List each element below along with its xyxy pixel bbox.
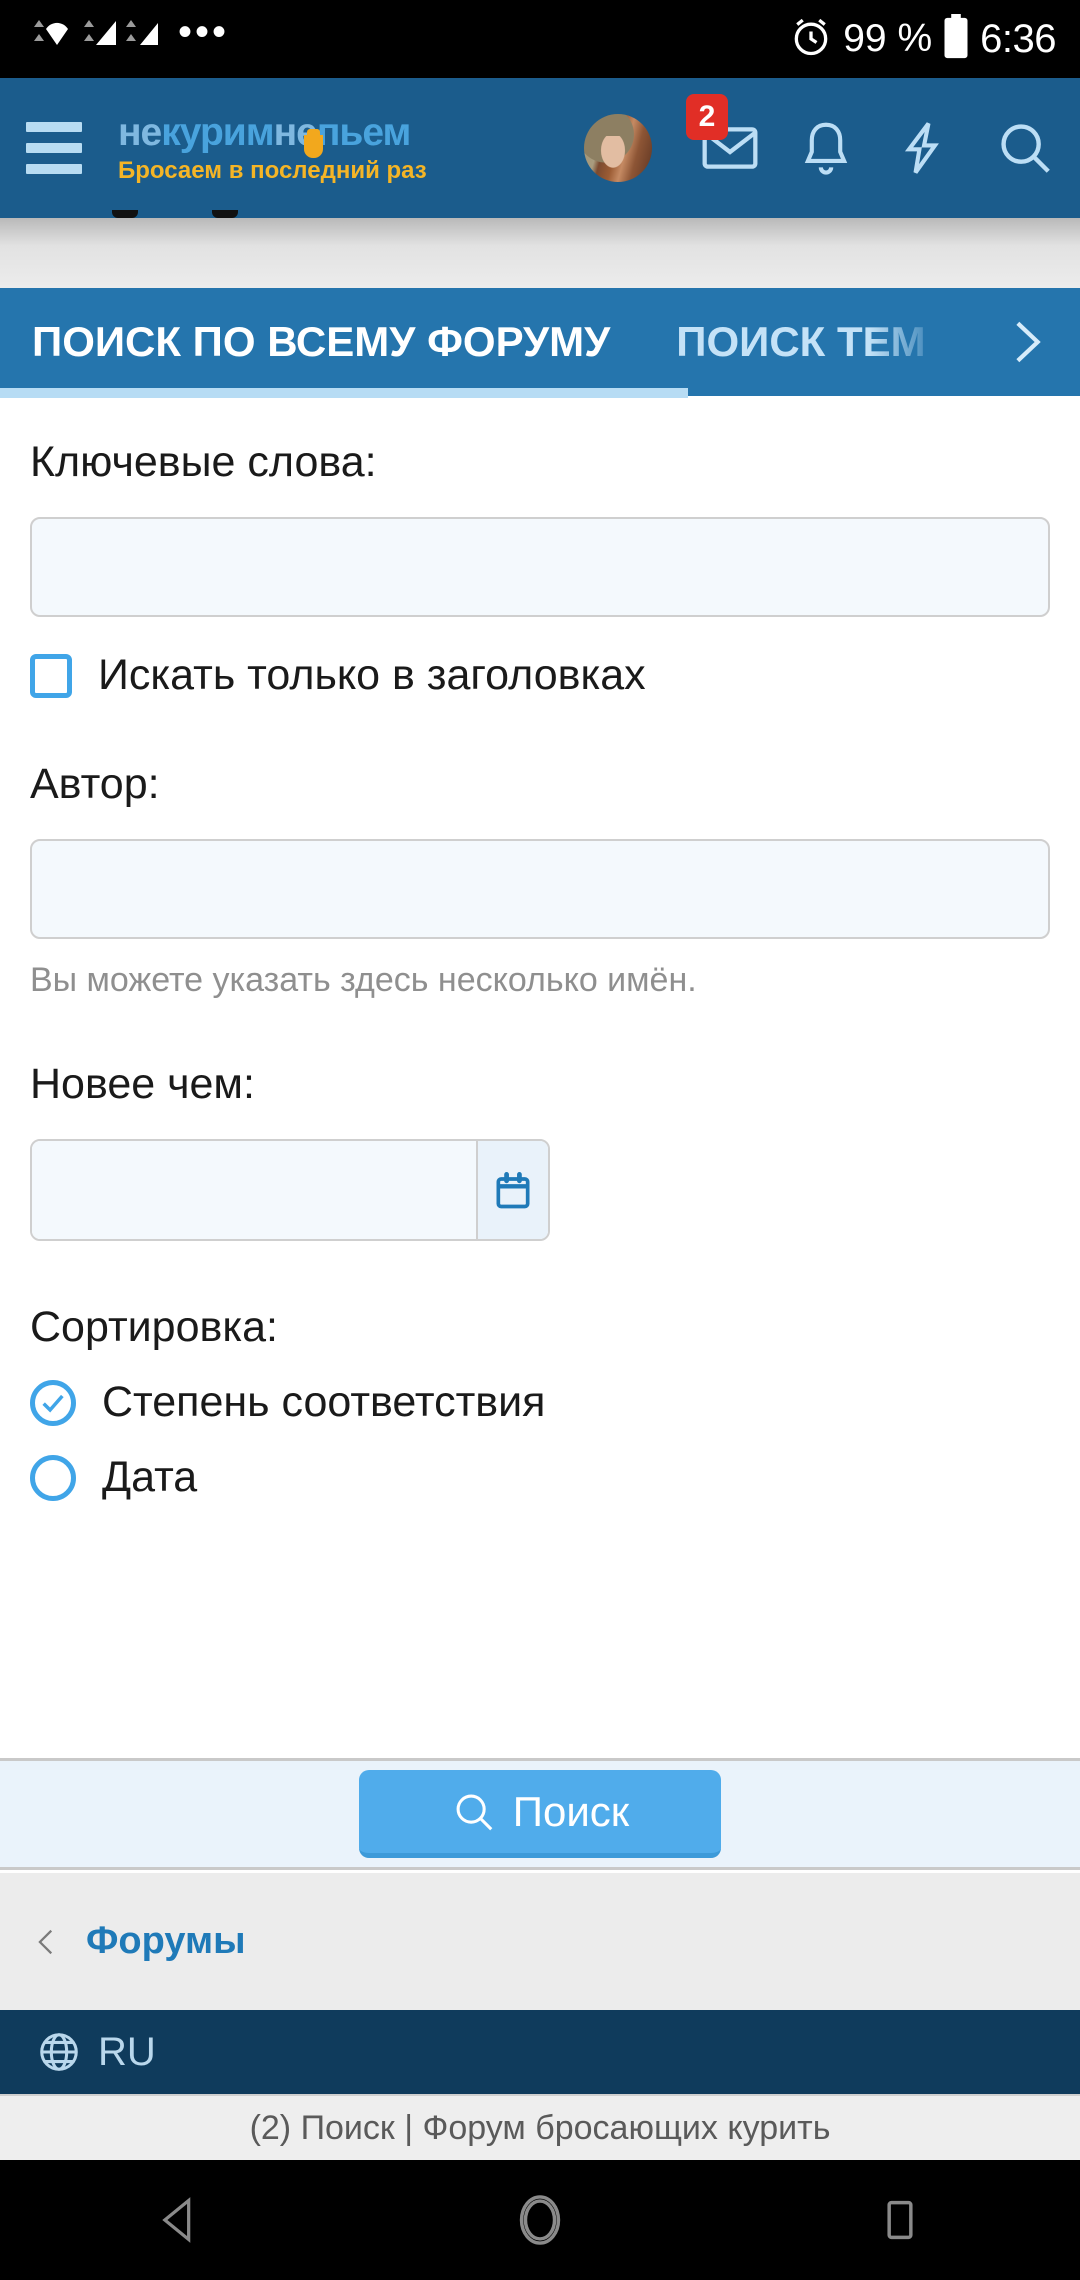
android-recents-square-icon xyxy=(878,2194,922,2246)
app-header: некуримнепьем Бросаем в последний раз 2 xyxy=(0,78,1080,218)
sort-option-date[interactable]: Дата xyxy=(30,1453,1050,1502)
tab-search-all-forum[interactable]: ПОИСК ПО ВСЕМУ ФОРУМУ xyxy=(0,288,646,396)
scroll-gap xyxy=(0,218,1080,288)
titles-only-checkbox[interactable] xyxy=(30,654,72,698)
sort-relevance-label: Степень соответствия xyxy=(102,1378,545,1427)
site-logo[interactable]: некуримнепьем Бросаем в последний раз xyxy=(118,111,427,185)
search-button[interactable] xyxy=(970,117,1080,179)
status-bar-right: 99 % 6:36 xyxy=(789,14,1056,65)
android-home-button[interactable] xyxy=(450,2190,630,2250)
sort-option-relevance[interactable]: Степень соответствия xyxy=(30,1378,1050,1427)
lightning-bolt-icon xyxy=(891,117,953,179)
newer-than-input[interactable] xyxy=(32,1141,478,1239)
calendar-picker-button[interactable] xyxy=(478,1141,548,1239)
submit-search-button[interactable]: Поиск xyxy=(359,1770,721,1858)
author-input[interactable] xyxy=(30,839,1050,939)
battery-full-icon xyxy=(942,14,970,65)
avatar[interactable] xyxy=(584,114,652,182)
android-recents-button[interactable] xyxy=(810,2194,990,2246)
chevron-right-icon xyxy=(998,311,1054,373)
tab-search-threads[interactable]: ПОИСК ТЕМ xyxy=(646,288,955,396)
language-bar[interactable]: RU xyxy=(0,2010,1080,2094)
logo-tagline: Бросаем в последний раз xyxy=(118,157,427,185)
notifications-button[interactable] xyxy=(778,117,874,179)
logo-text-1: не xyxy=(118,111,161,154)
logo-text-2: курим xyxy=(161,111,273,154)
keywords-label: Ключевые слова: xyxy=(30,438,1050,487)
language-label: RU xyxy=(98,2030,156,2075)
logo-text-4: пьем xyxy=(317,111,411,154)
submit-search-label: Поиск xyxy=(513,1788,629,1836)
android-back-triangle-icon xyxy=(154,2194,206,2246)
magnifier-icon xyxy=(451,1789,497,1835)
radio-relevance[interactable] xyxy=(30,1380,76,1426)
clock-time: 6:36 xyxy=(980,17,1056,62)
android-back-button[interactable] xyxy=(90,2194,270,2246)
check-icon xyxy=(39,1389,67,1417)
bell-icon xyxy=(795,117,857,179)
chevron-left-icon[interactable] xyxy=(30,1921,64,1963)
tab-label: ПОИСК ТЕМ xyxy=(676,318,925,366)
browser-page-title: (2) Поиск | Форум бросающих курить xyxy=(0,2094,1080,2160)
status-badge: 2 xyxy=(686,94,728,140)
tab-label: ПОИСК ПО ВСЕМУ ФОРУМУ xyxy=(32,318,610,366)
calendar-icon xyxy=(491,1168,535,1212)
logo-cigarette-accent-icon xyxy=(304,135,323,158)
titles-only-row[interactable]: Искать только в заголовках xyxy=(30,651,1050,700)
header-actions: 2 xyxy=(584,114,1080,182)
android-nav-bar xyxy=(0,2160,1080,2280)
battery-percent: 99 % xyxy=(843,17,932,61)
sort-date-label: Дата xyxy=(102,1453,197,1502)
search-tabs: ПОИСК ПО ВСЕМУ ФОРУМУ ПОИСК ТЕМ xyxy=(0,288,1080,396)
inbox-button[interactable]: 2 xyxy=(682,116,778,180)
status-bar: ••• 99 % 6:36 xyxy=(0,0,1080,78)
status-bar-left: ••• xyxy=(30,17,229,62)
breadcrumb-item-forums[interactable]: Форумы xyxy=(86,1920,246,1963)
tabs-next-button[interactable] xyxy=(998,311,1080,373)
alerts-button[interactable] xyxy=(874,117,970,179)
magnifier-icon xyxy=(994,117,1056,179)
keywords-input[interactable] xyxy=(30,517,1050,617)
titles-only-label: Искать только в заголовках xyxy=(98,651,646,700)
active-tab-underline xyxy=(0,388,688,398)
more-dots-icon: ••• xyxy=(178,22,229,56)
hamburger-menu-icon[interactable] xyxy=(26,122,82,174)
radio-date[interactable] xyxy=(30,1455,76,1501)
breadcrumb: Форумы xyxy=(0,1873,1080,2010)
newer-than-field xyxy=(30,1139,550,1241)
form-action-bar: Поиск xyxy=(0,1758,1080,1870)
search-form: Ключевые слова: Искать только в заголовк… xyxy=(0,398,1080,1502)
clipped-content xyxy=(0,210,1080,218)
wifi-icon xyxy=(30,17,72,62)
android-home-circle-icon xyxy=(512,2190,568,2250)
newer-than-label: Новее чем: xyxy=(30,1060,1050,1109)
author-label: Автор: xyxy=(30,760,1050,809)
logo-wordmark: некуримнепьем xyxy=(118,111,427,155)
phone-screen: ••• 99 % 6:36 не xyxy=(0,0,1080,2280)
alarm-clock-icon xyxy=(789,15,833,64)
globe-icon xyxy=(36,2029,82,2075)
sort-label: Сортировка: xyxy=(30,1303,1050,1352)
cellular-signal-icon xyxy=(82,17,168,62)
author-hint: Вы можете указать здесь несколько имён. xyxy=(30,961,1050,1000)
